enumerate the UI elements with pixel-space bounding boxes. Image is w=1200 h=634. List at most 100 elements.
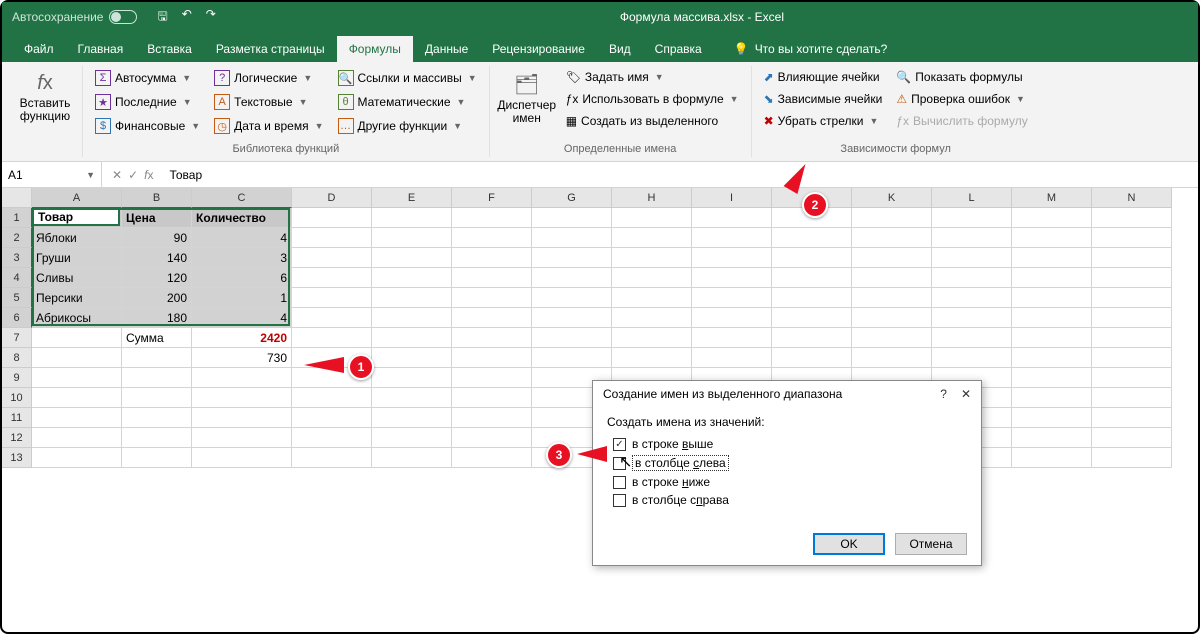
cell[interactable] [532,208,612,228]
column-header[interactable]: M [1012,188,1092,208]
cell[interactable] [452,448,532,468]
cell[interactable] [372,428,452,448]
cell[interactable]: 6 [192,268,292,288]
row-header[interactable]: 7 [2,328,32,348]
cell[interactable]: 2420 [192,328,292,348]
undo-icon[interactable]: ↶ [182,7,192,28]
cell[interactable] [1012,388,1092,408]
cell[interactable] [772,348,852,368]
tell-me-box[interactable]: 💡 Что вы хотите сделать? [724,36,898,62]
row-header[interactable]: 8 [2,348,32,368]
cell[interactable] [612,248,692,268]
show-formulas-button[interactable]: 🔍Показать формулы [892,68,1031,86]
formula-bar[interactable]: Товар [163,168,1198,182]
cell[interactable] [532,308,612,328]
enter-icon[interactable]: ✓ [128,168,138,182]
cell[interactable] [612,228,692,248]
cell[interactable] [192,408,292,428]
cell[interactable] [1092,228,1172,248]
cell[interactable] [1092,328,1172,348]
cell[interactable] [1012,348,1092,368]
cell[interactable] [772,228,852,248]
cell[interactable] [292,228,372,248]
cell[interactable] [1092,348,1172,368]
cell[interactable] [32,408,122,428]
cell[interactable] [32,348,122,368]
cell[interactable]: 180 [122,308,192,328]
cell[interactable] [1092,288,1172,308]
cell[interactable] [1012,408,1092,428]
cell[interactable] [372,348,452,368]
trace-precedents-button[interactable]: ⬈Влияющие ячейки [760,68,887,86]
cell[interactable] [372,408,452,428]
cell[interactable] [852,308,932,328]
cell[interactable] [1092,268,1172,288]
cell[interactable]: Персики [32,288,122,308]
column-header[interactable]: K [852,188,932,208]
logical-button[interactable]: ?Логические▼ [210,68,327,88]
cell[interactable] [772,288,852,308]
cell[interactable] [852,228,932,248]
cell[interactable] [1012,448,1092,468]
cell[interactable]: Товар [32,208,122,228]
cell[interactable]: 730 [192,348,292,368]
tab-home[interactable]: Главная [66,36,136,62]
autosum-button[interactable]: ΣАвтосумма▼ [91,68,204,88]
opt-bottom-row[interactable]: в строке ниже [607,473,967,491]
financial-button[interactable]: $Финансовые▼ [91,116,204,136]
cell[interactable] [192,428,292,448]
cell[interactable] [292,208,372,228]
cell[interactable] [292,408,372,428]
cell[interactable] [692,208,772,228]
help-icon[interactable]: ? [940,387,947,401]
fx-icon[interactable]: fx [144,168,153,182]
opt-top-row[interactable]: ✓ в строке выше [607,435,967,453]
name-box[interactable]: A1 ▼ [2,162,102,187]
cell[interactable] [612,308,692,328]
row-header[interactable]: 12 [2,428,32,448]
cell[interactable] [1012,228,1092,248]
cell[interactable] [122,348,192,368]
evaluate-formula-button[interactable]: ƒxВычислить формулу [892,112,1031,130]
cell[interactable] [452,408,532,428]
cell[interactable] [372,368,452,388]
error-check-button[interactable]: ⚠Проверка ошибок▼ [892,90,1031,108]
cell[interactable] [452,288,532,308]
cell[interactable] [532,288,612,308]
insert-function-button[interactable]: fx Вставить функцию [16,68,74,127]
cell[interactable] [692,308,772,328]
redo-icon[interactable]: ↷ [206,7,216,28]
cell[interactable] [532,228,612,248]
row-header[interactable]: 9 [2,368,32,388]
cell[interactable] [1012,308,1092,328]
cell[interactable] [1092,248,1172,268]
cell[interactable] [932,228,1012,248]
cell[interactable]: Абрикосы [32,308,122,328]
cancel-icon[interactable]: ✕ [112,168,122,182]
cell[interactable] [612,268,692,288]
cancel-button[interactable]: Отмена [895,533,967,555]
recent-button[interactable]: ★Последние▼ [91,92,204,112]
lookup-button[interactable]: 🔍Ссылки и массивы▼ [334,68,481,88]
cell[interactable] [932,288,1012,308]
cell[interactable]: Цена [122,208,192,228]
cell[interactable] [1092,448,1172,468]
close-icon[interactable]: ✕ [961,387,971,401]
cell[interactable] [192,368,292,388]
tab-view[interactable]: Вид [597,36,643,62]
cell[interactable] [1012,208,1092,228]
cell[interactable] [32,448,122,468]
cell[interactable] [1092,208,1172,228]
cell[interactable] [452,428,532,448]
column-header[interactable]: D [292,188,372,208]
cell[interactable] [452,368,532,388]
cell[interactable] [692,288,772,308]
cell[interactable]: 90 [122,228,192,248]
cell[interactable]: Сливы [32,268,122,288]
cell[interactable] [122,368,192,388]
use-in-formula-button[interactable]: ƒxИспользовать в формуле▼ [562,90,743,108]
cell[interactable] [1012,328,1092,348]
math-button[interactable]: θМатематические▼ [334,92,481,112]
column-header[interactable]: L [932,188,1012,208]
date-button[interactable]: ◷Дата и время▼ [210,116,327,136]
